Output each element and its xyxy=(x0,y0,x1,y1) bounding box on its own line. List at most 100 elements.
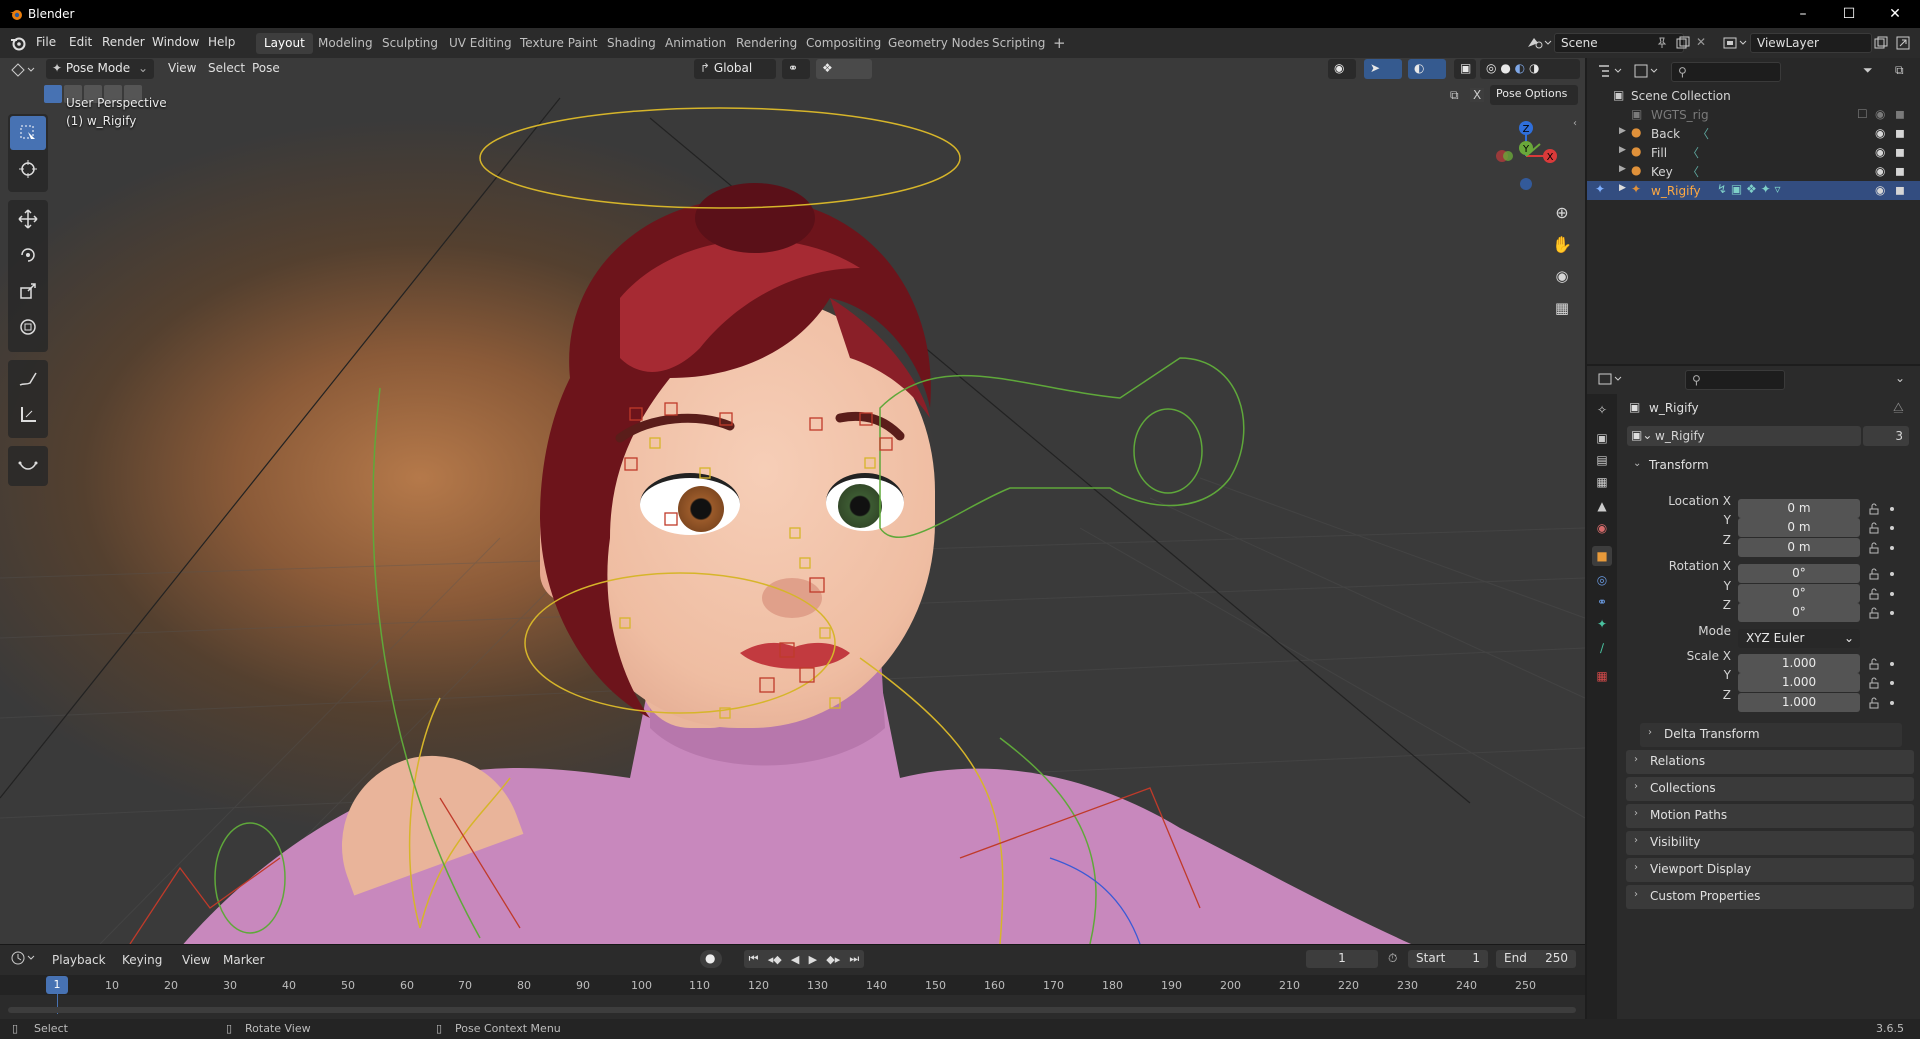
rig-overlay[interactable] xyxy=(0,58,1585,944)
pivot-point-dropdown[interactable]: ⚭ xyxy=(782,59,810,79)
expand-arrow-icon[interactable]: ▶ xyxy=(1619,145,1626,155)
transform-tool[interactable] xyxy=(10,310,46,344)
eye-icon[interactable]: ◉ xyxy=(1875,126,1885,140)
timeline-editor-icon[interactable] xyxy=(10,950,38,966)
keyframe-dot[interactable] xyxy=(1890,662,1894,666)
outliner-row-scene-collection[interactable]: ▣ Scene Collection xyxy=(1587,86,1920,105)
delta-transform-subpanel[interactable]: › Delta Transform xyxy=(1640,723,1902,747)
pan-button[interactable]: ✋ xyxy=(1548,230,1576,258)
object-datablock-field[interactable]: ▣⌄ w_Rigify xyxy=(1627,426,1861,446)
snap-icon-small[interactable]: ⧉ xyxy=(1450,88,1459,103)
eye-icon[interactable]: ◉ xyxy=(1875,183,1885,197)
pose-options-dropdown[interactable]: Pose Options xyxy=(1490,85,1578,105)
lock-icon[interactable] xyxy=(1868,503,1880,515)
camera-render-icon[interactable]: ◼ xyxy=(1895,126,1905,140)
jump-end-icon[interactable]: ⏭ xyxy=(849,952,859,966)
menu-select[interactable]: Select xyxy=(202,58,251,80)
lock-icon[interactable] xyxy=(1868,542,1880,554)
camera-render-icon[interactable]: ◼ xyxy=(1895,145,1905,159)
scale-x-field[interactable]: 1.000 xyxy=(1738,654,1860,673)
gizmo-toggle[interactable]: ➤ xyxy=(1364,59,1402,79)
tab-modeling[interactable]: Modeling xyxy=(310,33,381,54)
keyframe-dot[interactable] xyxy=(1890,681,1894,685)
tab-output[interactable]: ▤ xyxy=(1592,450,1612,470)
close-x-icon[interactable]: X xyxy=(1470,88,1485,102)
properties-search-input[interactable]: ⚲ xyxy=(1685,370,1785,390)
tab-tool[interactable]: ✧ xyxy=(1592,400,1612,420)
lock-icon[interactable] xyxy=(1868,658,1880,670)
3d-viewport[interactable]: ✦ Pose Mode ⌄ View Select Pose ↱ Global … xyxy=(0,58,1585,944)
tab-layout[interactable]: Layout xyxy=(256,33,313,54)
tab-render[interactable]: ▣ xyxy=(1592,428,1612,448)
navigation-gizmo[interactable]: Z X Y xyxy=(1488,118,1564,194)
view-layer-field[interactable]: ViewLayer xyxy=(1750,33,1872,53)
expand-arrow-icon[interactable]: ▶ xyxy=(1619,126,1626,136)
viewport-display-panel[interactable]: › Viewport Display xyxy=(1626,858,1914,882)
expand-arrow-icon[interactable]: ▶ xyxy=(1619,164,1626,174)
minimize-button[interactable]: – xyxy=(1780,4,1826,26)
tab-bone[interactable]: ∕ xyxy=(1592,638,1612,658)
location-y-field[interactable]: 0 m xyxy=(1738,518,1860,537)
measure-tool[interactable] xyxy=(10,398,46,432)
new-view-layer-icon[interactable] xyxy=(1874,36,1888,50)
shading-modes[interactable]: ◎ ● ◐ ◑ xyxy=(1480,59,1580,79)
custom-properties-panel[interactable]: › Custom Properties xyxy=(1626,885,1914,909)
timeline-scrollbar[interactable] xyxy=(8,1007,1576,1013)
material-shading-icon[interactable]: ◐ xyxy=(1515,61,1525,75)
lock-icon[interactable] xyxy=(1868,588,1880,600)
tab-rendering[interactable]: Rendering xyxy=(728,33,805,54)
mode-dropdown[interactable]: ✦ Pose Mode ⌄ xyxy=(46,59,154,79)
menu-playback[interactable]: Playback xyxy=(52,953,106,967)
filter-icon[interactable]: ⏷ xyxy=(1863,63,1873,78)
jump-start-icon[interactable]: ⏮ xyxy=(749,952,759,966)
keyframe-dot[interactable] xyxy=(1890,592,1894,596)
menu-marker[interactable]: Marker xyxy=(223,953,264,967)
select-new-button[interactable] xyxy=(44,85,62,103)
new-collection-icon[interactable]: ⧉ xyxy=(1895,63,1904,78)
xray-toggle[interactable]: ▣ xyxy=(1454,59,1476,79)
tab-texture[interactable]: ▦ xyxy=(1592,666,1612,686)
lock-icon[interactable] xyxy=(1868,568,1880,580)
eye-icon[interactable]: ◉ xyxy=(1875,145,1885,159)
collections-panel[interactable]: › Collections xyxy=(1626,777,1914,801)
menu-keying[interactable]: Keying xyxy=(122,953,162,967)
lock-icon[interactable] xyxy=(1868,677,1880,689)
delete-scene-icon[interactable]: ✕ xyxy=(1696,35,1706,49)
pin-icon[interactable]: ⧋ xyxy=(1893,400,1904,415)
scale-z-field[interactable]: 1.000 xyxy=(1738,693,1860,712)
visibility-dropdown[interactable]: ◉ xyxy=(1328,59,1356,79)
outliner-row-back[interactable]: ▶ ● Back 〈 ◉ ◼ xyxy=(1587,124,1920,143)
menu-window[interactable]: Window xyxy=(152,35,199,49)
keyframe-dot[interactable] xyxy=(1890,526,1894,530)
close-window-button[interactable]: ✕ xyxy=(1872,4,1918,26)
rendered-shading-icon[interactable]: ◑ xyxy=(1529,61,1539,75)
menu-pose[interactable]: Pose xyxy=(246,58,286,80)
menu-timeline-view[interactable]: View xyxy=(182,953,210,967)
motion-paths-panel[interactable]: › Motion Paths xyxy=(1626,804,1914,828)
overlay-toggle[interactable]: ◐ xyxy=(1408,59,1446,79)
maximize-button[interactable]: ☐ xyxy=(1826,4,1872,26)
new-scene-icon[interactable] xyxy=(1676,36,1690,50)
outliner-editor-icon[interactable] xyxy=(1597,63,1625,79)
tab-constraints[interactable]: ⚭ xyxy=(1592,592,1612,612)
eye-icon[interactable]: ◉ xyxy=(1875,107,1885,121)
tab-view-layer[interactable]: ▦ xyxy=(1592,472,1612,492)
tab-texture-paint[interactable]: Texture Paint xyxy=(512,33,605,54)
start-frame-field[interactable]: Start 1 xyxy=(1408,950,1488,968)
tab-shading[interactable]: Shading xyxy=(599,33,664,54)
tab-physics[interactable]: ◎ xyxy=(1592,570,1612,590)
menu-help[interactable]: Help xyxy=(208,35,235,49)
play-icon[interactable]: ▶ xyxy=(809,953,817,966)
relax-pose-tool[interactable] xyxy=(10,448,46,482)
keyframe-dot[interactable] xyxy=(1890,546,1894,550)
options-chevron-icon[interactable]: ⌄ xyxy=(1895,371,1905,385)
camera-render-icon[interactable]: ◼ xyxy=(1895,164,1905,178)
tab-compositing[interactable]: Compositing xyxy=(798,33,889,54)
expand-arrow-icon[interactable]: ▶ xyxy=(1619,183,1626,193)
object-type-dropdown-icon[interactable]: ▣⌄ xyxy=(1631,428,1652,442)
outliner-row-fill[interactable]: ▶ ● Fill 〈 ◉ ◼ xyxy=(1587,143,1920,162)
tab-scripting[interactable]: Scripting xyxy=(984,33,1053,54)
relations-panel[interactable]: › Relations xyxy=(1626,750,1914,774)
wireframe-shading-icon[interactable]: ◎ xyxy=(1486,61,1496,75)
select-box-tool[interactable] xyxy=(10,116,46,150)
